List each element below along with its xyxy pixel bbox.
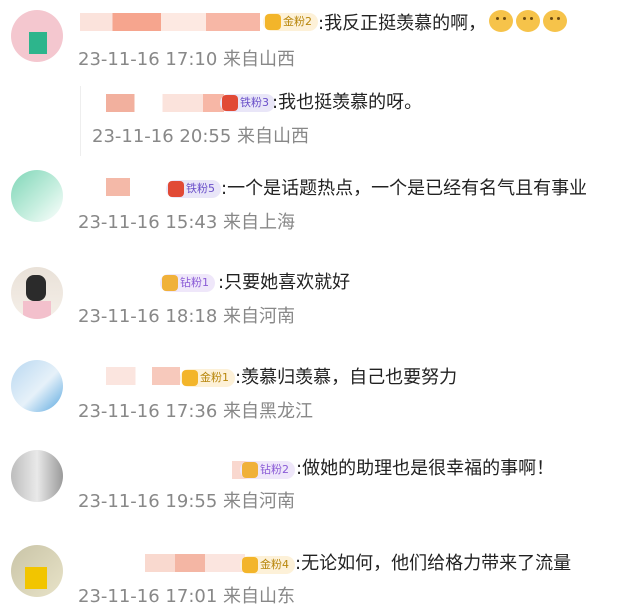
comment-location: 来自河南 (223, 491, 296, 512)
fan-badge-label: 铁粉5 (186, 182, 215, 195)
comment-text-body: :我反正挺羡慕的啊， (318, 13, 487, 34)
fan-badge-icon (265, 14, 281, 30)
comment-location: 来自山东 (223, 586, 296, 607)
comment-text: :我也挺羡慕的呀。 (272, 92, 423, 113)
avatar[interactable] (11, 360, 63, 412)
username-masked[interactable] (106, 367, 180, 385)
comment-meta: 23-11-16 18:18 来自河南 (78, 305, 295, 329)
fan-badge: 铁粉5 (166, 180, 221, 198)
username-masked[interactable] (80, 13, 260, 31)
cat-face-emoji-icon (489, 10, 514, 32)
avatar[interactable] (11, 545, 63, 597)
fan-badge-icon (222, 95, 238, 111)
comment-time: 23-11-16 17:10 (78, 49, 218, 70)
avatar[interactable] (11, 450, 63, 502)
fan-badge-label: 金粉2 (283, 15, 312, 28)
comment-time: 23-11-16 17:36 (78, 401, 218, 422)
fan-badge: 钻粉2 (240, 461, 295, 479)
fan-badge-label: 金粉4 (260, 558, 289, 571)
comment-meta: 23-11-16 17:10 来自山西 (78, 48, 295, 72)
comment-meta: 23-11-16 19:55 来自河南 (78, 490, 295, 514)
fan-badge-icon (242, 462, 258, 478)
fan-badge: 金粉4 (240, 556, 295, 574)
comment-time: 23-11-16 15:43 (78, 212, 218, 233)
fan-badge-label: 金粉1 (200, 371, 229, 384)
comment-location: 来自黑龙江 (223, 401, 314, 422)
comment-meta: 23-11-16 17:01 来自山东 (78, 585, 295, 609)
username-masked[interactable] (106, 178, 166, 196)
fan-badge-label: 钻粉2 (260, 463, 289, 476)
fan-badge-icon (168, 181, 184, 197)
comment-text: :羡慕归羡慕，自己也要努力 (235, 367, 458, 388)
fan-badge-label: 钻粉1 (180, 276, 209, 289)
comment-meta: 23-11-16 17:36 来自黑龙江 (78, 400, 313, 424)
comment-text: :我反正挺羡慕的啊， (318, 10, 568, 36)
comment-text: :无论如何，他们给格力带来了流量 (295, 553, 572, 574)
avatar[interactable] (11, 170, 63, 222)
fan-badge-icon (182, 370, 198, 386)
comment-time: 23-11-16 17:01 (78, 586, 218, 607)
comment-time: 23-11-16 19:55 (78, 491, 218, 512)
comment-time: 23-11-16 20:55 (92, 126, 232, 147)
username-masked[interactable] (106, 94, 224, 112)
fan-badge-icon (242, 557, 258, 573)
fan-badge-label: 铁粉3 (240, 96, 269, 109)
fan-badge-icon (162, 275, 178, 291)
avatar[interactable] (11, 10, 63, 62)
fan-badge: 钻粉1 (160, 274, 215, 292)
comment-meta: 23-11-16 20:55 来自山西 (92, 125, 309, 149)
fan-badge: 金粉1 (180, 369, 235, 387)
comment-location: 来自上海 (223, 212, 296, 233)
comment-time: 23-11-16 18:18 (78, 306, 218, 327)
comment-thread: 金粉2 :我反正挺羡慕的啊， 23-11-16 17:10 来自山西 铁粉3 :… (0, 0, 640, 613)
comment-location: 来自河南 (223, 306, 296, 327)
comment-text: :做她的助理也是很幸福的事啊！ (296, 458, 555, 479)
cat-face-emoji-icon (543, 10, 568, 32)
comment-location: 来自山西 (223, 49, 296, 70)
avatar[interactable] (11, 267, 63, 319)
fan-badge: 铁粉3 (220, 94, 275, 112)
comment-text: :只要她喜欢就好 (218, 272, 351, 293)
reply-indent-line (80, 86, 81, 156)
fan-badge: 金粉2 (263, 13, 318, 31)
cat-face-emoji-icon (516, 10, 541, 32)
comment-location: 来自山西 (237, 126, 310, 147)
comment-text: :一个是话题热点，一个是已经有名气且有事业 (221, 178, 588, 199)
username-masked[interactable] (145, 554, 245, 572)
comment-meta: 23-11-16 15:43 来自上海 (78, 211, 295, 235)
